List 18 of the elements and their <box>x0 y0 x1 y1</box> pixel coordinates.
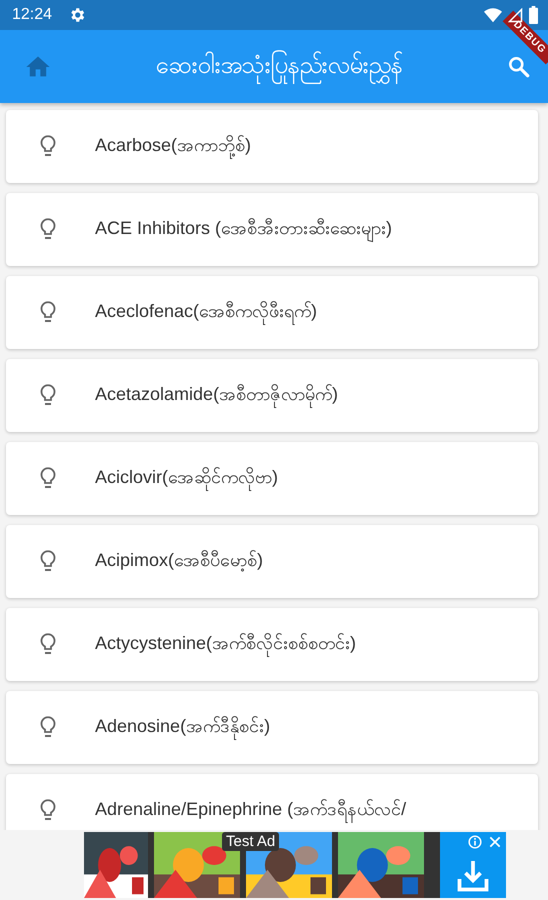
info-icon[interactable] <box>468 835 482 849</box>
wifi-icon <box>484 8 502 22</box>
signal-icon <box>508 8 523 22</box>
drug-list-item[interactable]: ACE Inhibitors (အေစီအီးတားဆီးဆေးများ) <box>6 193 538 266</box>
drug-list-item[interactable]: Adenosine(အက်ဒီနိုစင်း) <box>6 691 538 764</box>
drug-list-item[interactable]: Acarbose(အကာဘို့စ်) <box>6 110 538 183</box>
close-icon[interactable] <box>488 835 502 849</box>
drug-list-item[interactable]: Adrenaline/Epinephrine (အက်ဒရီနယ်လင်/ <box>6 774 538 830</box>
drug-list-item[interactable]: Acetazolamide(အစီတာဇိုလာမိုက်) <box>6 359 538 432</box>
status-time: 12:24 <box>12 6 52 24</box>
drug-list-item[interactable]: Aciclovir(အေဆိုင်ကလိုဗာ) <box>6 442 538 515</box>
drug-name: Acipimox(အေစီပီမော့စ်) <box>95 549 264 571</box>
drug-list-item[interactable]: Acipimox(အေစီပီမော့စ်) <box>6 525 538 598</box>
app-title: ဆေးဝါးအသုံးပြုနည်းလမ်းညွှန် <box>56 48 502 84</box>
test-ad-label: Test Ad <box>222 832 280 851</box>
drug-list-item[interactable]: Actycystenine(အက်စီလိုင်းစစ်စတင်း) <box>6 608 538 681</box>
drug-list-item[interactable]: Aceclofenac(အေစီကလိုဖီးရက်) <box>6 276 538 349</box>
ad-banner[interactable]: Test Ad <box>84 832 506 898</box>
